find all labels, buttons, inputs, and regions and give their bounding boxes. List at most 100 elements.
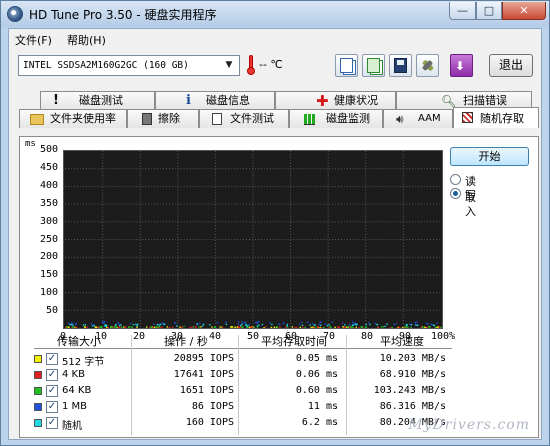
data-point [263,327,265,328]
transfer-size: 1 MB [62,401,88,412]
data-point [403,326,406,328]
tab-benchmark[interactable]: ! 磁盘测试 [40,91,155,110]
tab-random-access[interactable]: 随机存取 [453,107,539,128]
data-point [294,326,296,328]
data-point [196,323,199,325]
avg-access-time: 11 ms [307,401,338,412]
series-checkbox[interactable]: ✓ [46,401,58,413]
data-point [158,326,161,328]
data-point [355,326,357,328]
data-point [334,326,336,328]
data-point [398,326,401,328]
data-point [189,326,191,328]
data-point [251,326,254,328]
table-row: ✓ 1 MB 86 IOPS 11 ms 86.316 MB/s [20,400,460,415]
close-button[interactable]: ✕ [502,2,546,20]
menu-file[interactable]: 文件(F) [15,32,52,48]
tab-file-benchmark[interactable]: 文件测试 [199,109,289,128]
transfer-size: 4 KB [62,369,85,380]
data-point [384,325,386,328]
data-point [341,322,344,324]
data-point [279,327,281,328]
data-point [330,326,332,328]
data-point [244,321,247,323]
data-point [135,323,137,326]
data-point [410,326,412,328]
data-point [105,324,108,327]
data-point [417,324,419,327]
copy-text-button[interactable] [335,54,358,77]
data-point [391,326,393,328]
series-checkbox[interactable]: ✓ [46,369,58,381]
data-point [369,323,371,326]
watermark: MyDrivers.com [408,417,530,433]
data-point [120,326,123,328]
data-point [291,326,294,328]
title-bar[interactable]: HD Tune Pro 3.50 - 硬盘实用程序 — □ ✕ [1,1,549,27]
data-point [100,326,103,328]
data-point [209,324,211,326]
data-point [84,324,87,326]
data-point [192,326,195,328]
data-point [72,324,74,327]
data-point [337,327,339,328]
data-point [111,326,113,328]
tab-folder-usage[interactable]: 文件夹使用率 [19,109,127,128]
write-radio[interactable] [450,188,461,199]
data-point [84,326,86,328]
data-point [225,323,227,325]
data-point [323,326,325,328]
copy-screenshot-button[interactable] [362,54,385,77]
data-point [202,325,204,327]
data-point [124,326,127,328]
data-point [168,326,171,328]
data-point [320,321,322,323]
exit-button[interactable]: 退出 [489,54,533,77]
data-point [440,326,442,328]
data-point [214,326,217,328]
tools-icon [421,58,434,73]
save-button[interactable] [389,54,412,77]
tab-aam[interactable]: 🔊︎ AAM [383,109,453,128]
data-point [318,323,320,326]
data-point [183,325,185,328]
maximize-button[interactable]: □ [476,2,502,20]
table-row: ✓ 4 KB 17641 IOPS 0.06 ms 68.910 MB/s [20,368,460,383]
data-point [71,326,74,328]
data-point [71,323,73,326]
folder-icon [30,114,44,125]
data-point [198,326,200,328]
tab-health[interactable]: ✚ 健康状况 [275,91,396,110]
data-point [191,326,193,328]
start-button[interactable]: 开始 [450,147,529,166]
data-point [82,324,85,326]
download-button[interactable]: ⬇ [450,54,473,77]
read-radio[interactable] [450,174,461,185]
data-point [161,326,163,328]
data-point [431,324,433,326]
series-checkbox[interactable]: ✓ [46,385,58,397]
data-point [438,326,441,328]
options-button[interactable] [416,54,439,77]
data-point [344,326,346,328]
tab-info[interactable]: i 磁盘信息 [155,91,275,110]
minimize-button[interactable]: — [449,2,476,20]
series-checkbox[interactable]: ✓ [46,417,58,429]
data-point [319,326,321,328]
y-tick-label: 200 [39,251,58,263]
data-point [156,326,158,328]
data-point [321,327,323,328]
table-header-divider [34,348,452,349]
data-point [117,322,120,324]
transfer-size: 512 字节 [62,357,105,368]
drive-select[interactable]: INTEL SSDSA2M160G2GC (160 GB) ▼ [18,55,240,76]
speaker-icon: 🔊︎ [396,112,404,126]
menu-help[interactable]: 帮助(H) [67,32,106,48]
data-point [353,322,355,325]
data-point [68,326,70,328]
tab-disk-monitor[interactable]: 磁盘监测 [289,109,383,128]
series-checkbox[interactable]: ✓ [46,353,58,365]
data-point [123,326,125,328]
tab-erase[interactable]: 擦除 [127,109,199,128]
data-point [159,323,162,326]
